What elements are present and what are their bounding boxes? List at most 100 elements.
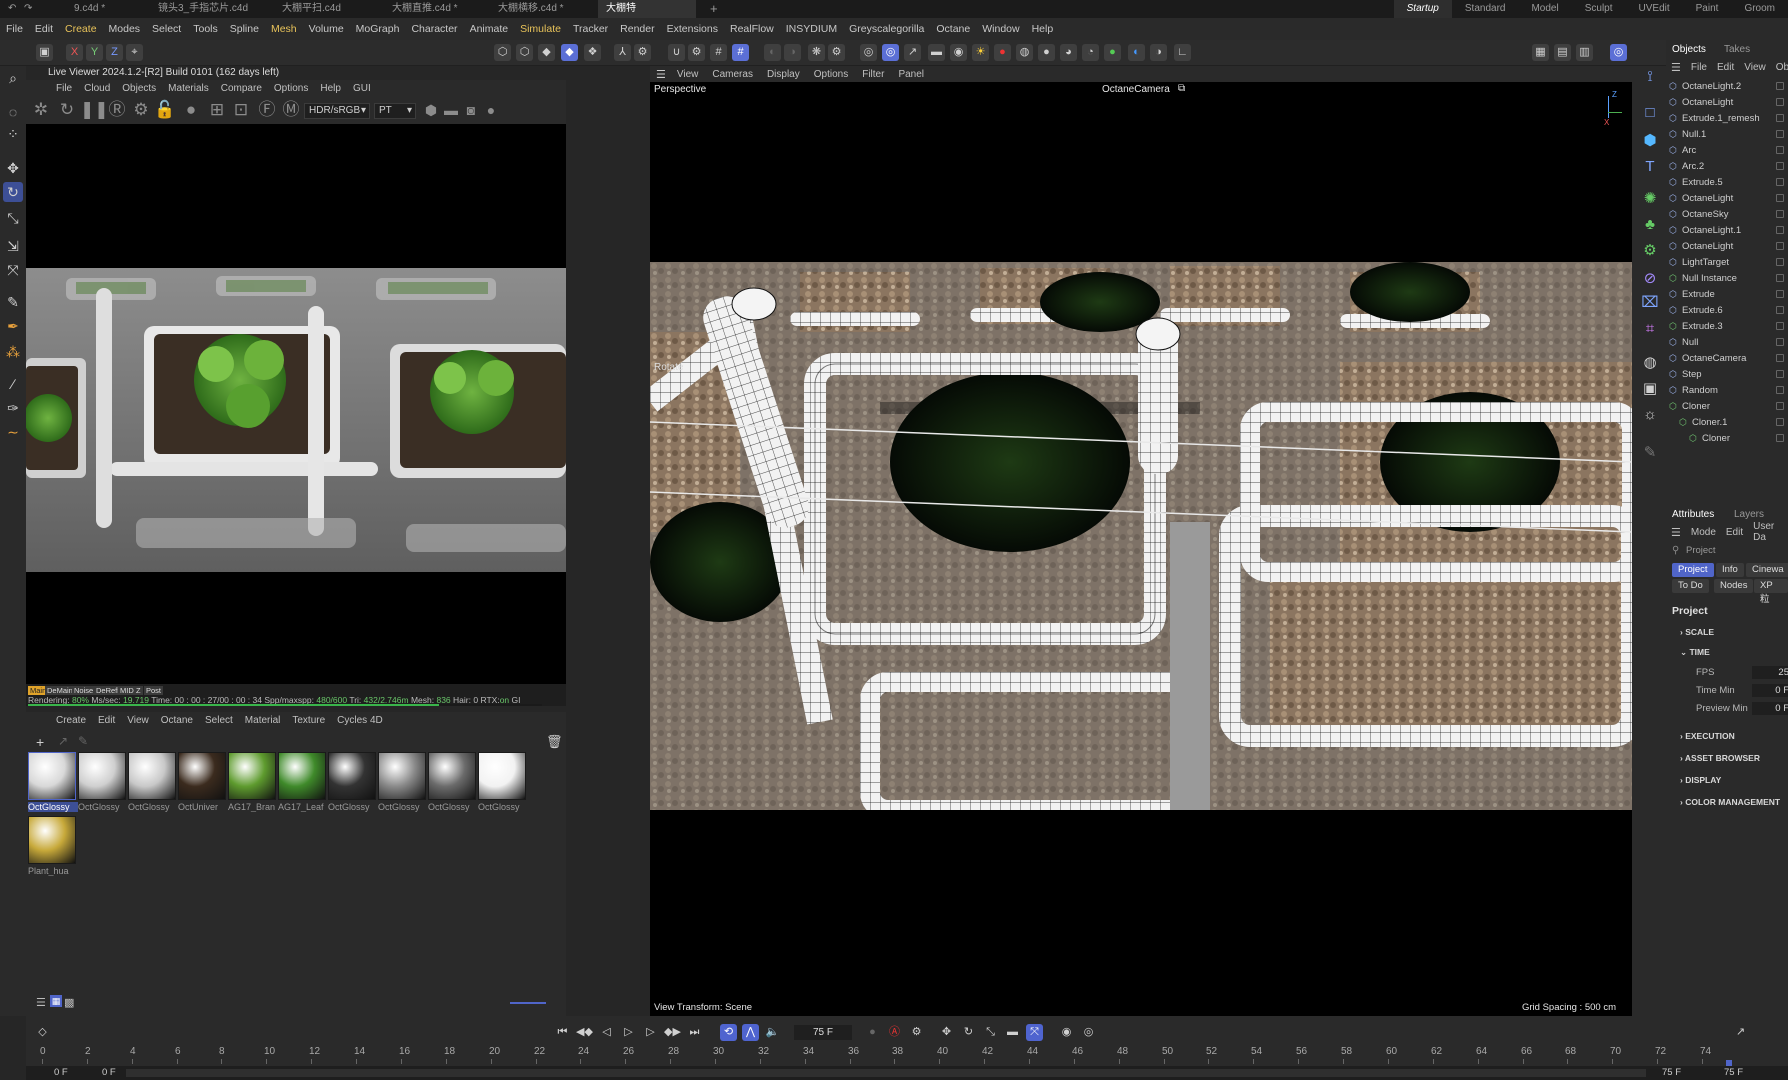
key-settings-icon[interactable]: ⚙: [908, 1024, 925, 1041]
sound-icon[interactable]: 🔈: [764, 1024, 781, 1041]
mat-menu-view[interactable]: View: [121, 715, 155, 726]
placement-tool-icon[interactable]: ⤧: [3, 260, 23, 280]
layout-startup[interactable]: Startup: [1393, 0, 1452, 18]
field-fps-value[interactable]: 25: [1752, 666, 1788, 679]
octane-material-icon[interactable]: ◉: [950, 44, 967, 61]
menu-spline[interactable]: Spline: [224, 23, 265, 35]
go-to-end-icon[interactable]: ⏭: [686, 1024, 703, 1041]
save-image-icon[interactable]: ▬: [440, 100, 462, 120]
material-swatch[interactable]: [178, 752, 226, 800]
section-display[interactable]: › DISPLAY: [1680, 775, 1721, 785]
field-previewmin-value[interactable]: 0 F: [1752, 702, 1788, 715]
layout-standard[interactable]: Standard: [1452, 0, 1519, 18]
render-settings-icon[interactable]: ▤: [1554, 44, 1571, 61]
object-tree-item[interactable]: ⬡ Null.1: [1668, 126, 1786, 142]
film-icon[interactable]: Ⓕ: [256, 100, 278, 120]
octane-light-icon[interactable]: ◕: [1060, 44, 1077, 61]
render-view-icon[interactable]: ◎: [860, 44, 877, 61]
object-tree-item[interactable]: ⬡ Extrude: [1668, 286, 1786, 302]
octane-fog-icon[interactable]: ◑: [1150, 44, 1167, 61]
vp-menu-display[interactable]: Display: [760, 69, 807, 80]
symmetry-icon[interactable]: ◑: [784, 44, 801, 61]
lv-settings-icon[interactable]: ⚙: [130, 100, 152, 120]
material-picker-icon[interactable]: Ⓜ: [280, 100, 302, 120]
mograph-icon[interactable]: ✺: [1639, 188, 1661, 210]
pass-demain[interactable]: DeMain: [45, 686, 75, 695]
menu-create[interactable]: Create: [59, 23, 103, 35]
tab-takes[interactable]: Takes: [1724, 44, 1750, 55]
live-selection-icon[interactable]: ◌: [3, 102, 23, 122]
visibility-check-icon[interactable]: [1776, 82, 1784, 90]
menu-greyscalegorilla[interactable]: Greyscalegorilla: [843, 23, 930, 35]
snapshot-icon[interactable]: ◙: [460, 100, 482, 120]
environment-icon[interactable]: ◍: [1639, 352, 1661, 374]
tab-layers[interactable]: Layers: [1734, 509, 1764, 520]
material-swatch[interactable]: [78, 752, 126, 800]
menu-select[interactable]: Select: [146, 23, 187, 35]
lv-menu-materials[interactable]: Materials: [162, 83, 215, 94]
menu-mesh[interactable]: Mesh: [265, 23, 303, 35]
visibility-check-icon[interactable]: [1776, 162, 1784, 170]
play-icon[interactable]: ▷: [620, 1024, 637, 1041]
scale-tool-icon[interactable]: ⤡: [3, 208, 23, 228]
menu-octane[interactable]: Octane: [930, 23, 976, 35]
object-tree-item[interactable]: ⬡ OctaneLight: [1668, 238, 1786, 254]
colorspace-select[interactable]: HDR/sRGB ▾: [304, 103, 370, 119]
object-tree-item[interactable]: ⬡ OctaneSky: [1668, 206, 1786, 222]
visibility-check-icon[interactable]: [1776, 178, 1784, 186]
obj-menu-object[interactable]: Ob: [1771, 62, 1788, 73]
range-start-a[interactable]: 0 F: [54, 1067, 68, 1078]
mat-menu-octane[interactable]: Octane: [155, 715, 199, 726]
attributes-panel-menu-icon[interactable]: ☰: [1666, 526, 1686, 539]
trash-icon[interactable]: 🗑: [546, 734, 563, 750]
edges-mode-icon[interactable]: ⬡: [516, 44, 533, 61]
menu-modes[interactable]: Modes: [103, 23, 147, 35]
attr-tab-nodes[interactable]: Nodes: [1714, 579, 1754, 593]
field-icon[interactable]: ⌧: [1639, 292, 1661, 314]
object-tree-item[interactable]: ⬡ Random: [1668, 382, 1786, 398]
attr-menu-mode[interactable]: Mode: [1686, 527, 1721, 538]
menu-tools[interactable]: Tools: [187, 23, 224, 35]
menu-window[interactable]: Window: [976, 23, 1025, 35]
menu-animate[interactable]: Animate: [464, 23, 515, 35]
doc-tab-5[interactable]: 大棚特写.c4d✕: [598, 0, 696, 32]
vp-menu-options[interactable]: Options: [807, 69, 855, 80]
play-mode-icon[interactable]: ⋀: [742, 1024, 759, 1041]
render-icon[interactable]: ▦: [1532, 44, 1549, 61]
render-to-pv-icon[interactable]: ↗: [904, 44, 921, 61]
visibility-check-icon[interactable]: [1776, 370, 1784, 378]
object-tree-item[interactable]: ⬡ Arc: [1668, 142, 1786, 158]
object-tree-item[interactable]: ⬡ Extrude.5: [1668, 174, 1786, 190]
points-mode-icon[interactable]: ⬡: [494, 44, 511, 61]
visibility-check-icon[interactable]: [1776, 290, 1784, 298]
tab-attributes[interactable]: Attributes: [1672, 509, 1714, 520]
material-swatch[interactable]: [28, 816, 76, 864]
range-end-a[interactable]: 75 F: [1662, 1067, 1681, 1078]
restart-render-icon[interactable]: ↻: [56, 100, 78, 120]
cube-primitive-icon[interactable]: ⬢: [1639, 130, 1661, 152]
previous-key-icon[interactable]: ◀◆: [576, 1024, 593, 1041]
object-tree-item[interactable]: ⬡ Extrude.6: [1668, 302, 1786, 318]
material-swatch[interactable]: [428, 752, 476, 800]
menu-mograph[interactable]: MoGraph: [350, 23, 406, 35]
visibility-check-icon[interactable]: [1776, 306, 1784, 314]
visibility-check-icon[interactable]: [1776, 402, 1784, 410]
mat-menu-edit[interactable]: Edit: [92, 715, 121, 726]
menu-realflow[interactable]: RealFlow: [724, 23, 780, 35]
visibility-check-icon[interactable]: [1776, 274, 1784, 282]
polygons-mode-icon[interactable]: ◆: [538, 44, 555, 61]
menu-simulate[interactable]: Simulate: [514, 23, 567, 35]
material-swatch[interactable]: [328, 752, 376, 800]
layout-paint[interactable]: Paint: [1683, 0, 1732, 18]
autokey-icon[interactable]: Ⓐ: [886, 1024, 903, 1041]
brush-tool-icon[interactable]: ∕: [3, 374, 23, 394]
material-swatch[interactable]: [228, 752, 276, 800]
record-disabled-icon[interactable]: ●: [864, 1024, 881, 1041]
doc-tab-1[interactable]: 镜头3_手指芯片.c4d: [150, 0, 256, 18]
visibility-check-icon[interactable]: [1776, 338, 1784, 346]
visibility-check-icon[interactable]: [1776, 210, 1784, 218]
grid-snap-icon[interactable]: #: [710, 44, 727, 61]
axis-z-toggle[interactable]: Z: [106, 44, 123, 61]
thumbnail-size-slider[interactable]: [510, 1002, 546, 1004]
object-tree-item[interactable]: ⬡ Extrude.3: [1668, 318, 1786, 334]
